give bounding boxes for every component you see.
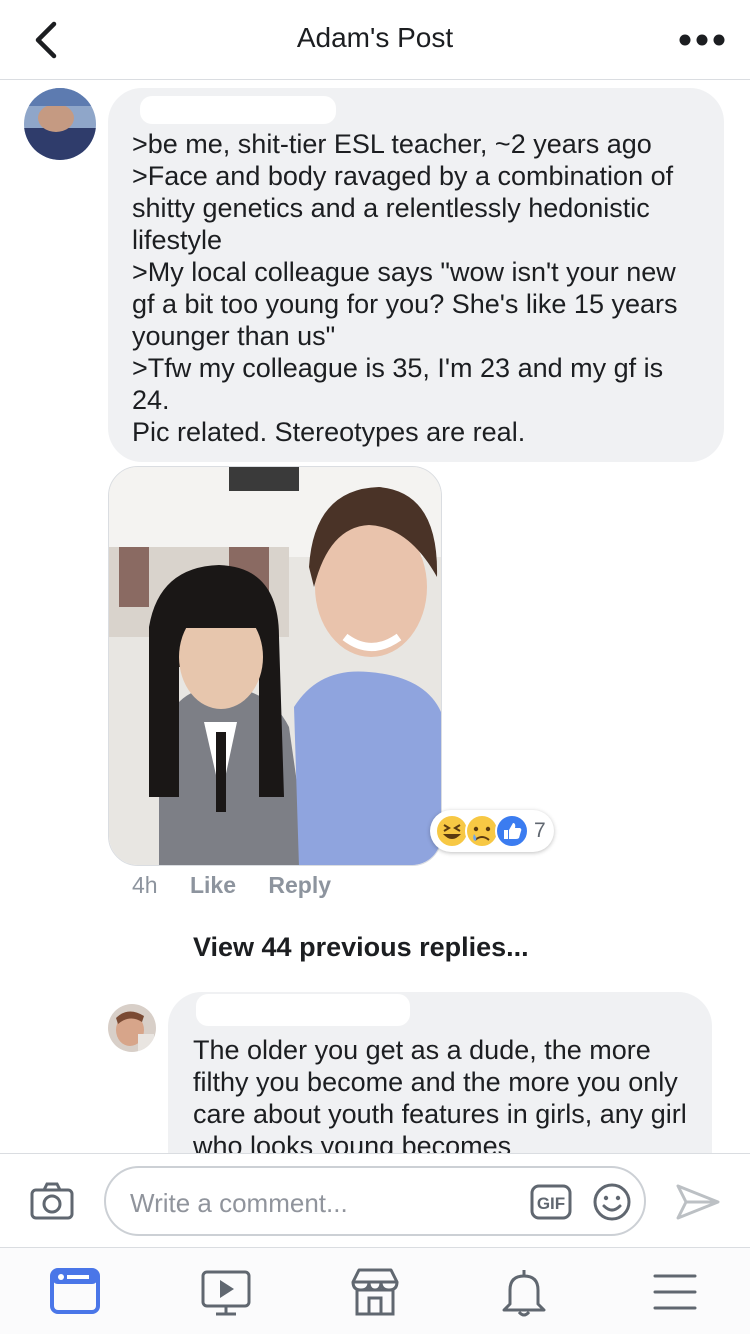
name-redaction [140, 96, 336, 124]
selfie-image [109, 467, 441, 865]
avatar-photo [108, 1004, 156, 1052]
page-title: Adam's Post [296, 22, 454, 53]
camera-button[interactable] [28, 1178, 76, 1226]
bottom-tab-bar [0, 1247, 750, 1334]
reply-text: The older you get as a dude, the more fi… [193, 1035, 695, 1161]
reaction-count: 7 [534, 819, 546, 842]
watch-icon [201, 1270, 251, 1316]
more-options-button[interactable] [678, 22, 726, 58]
smiley-icon [593, 1183, 631, 1221]
gif-icon: GIF [530, 1184, 572, 1220]
notifications-icon [502, 1270, 546, 1317]
comment-actions: 4h Like Reply [132, 872, 357, 899]
tab-menu[interactable] [647, 1264, 703, 1320]
ellipsis-icon [679, 34, 725, 46]
name-redaction [196, 994, 410, 1026]
view-previous-replies-link[interactable]: View 44 previous replies... [193, 932, 529, 963]
commenter-avatar[interactable] [24, 88, 96, 160]
comment-text: >be me, shit-tier ESL teacher, ~2 years … [132, 129, 678, 447]
haha-reaction-icon [435, 814, 469, 848]
send-icon [676, 1184, 720, 1220]
avatar-photo [24, 88, 96, 160]
camera-icon [30, 1182, 74, 1220]
gif-button[interactable]: GIF [530, 1184, 572, 1220]
news-feed-icon [50, 1268, 100, 1314]
sad-reaction-icon [465, 814, 499, 848]
like-button[interactable]: Like [190, 872, 236, 898]
comment-photo[interactable] [108, 466, 442, 866]
post-header: Adam's Post [0, 0, 750, 80]
reaction-icons [435, 814, 529, 848]
comment-input[interactable]: Write a comment... GIF [104, 1166, 646, 1236]
send-button[interactable] [674, 1178, 722, 1226]
menu-icon [653, 1274, 697, 1310]
tab-marketplace[interactable] [347, 1264, 403, 1320]
reply-avatar[interactable] [108, 1004, 156, 1052]
comment-composer: Write a comment... GIF [0, 1153, 750, 1247]
reactions-summary[interactable]: 7 [430, 810, 554, 852]
reply-button[interactable]: Reply [268, 872, 331, 898]
comment-placeholder: Write a comment... [130, 1188, 348, 1218]
like-reaction-icon [495, 814, 529, 848]
emoji-button[interactable] [592, 1182, 632, 1222]
marketplace-icon [351, 1268, 399, 1316]
tab-notifications[interactable] [496, 1264, 552, 1320]
svg-text:GIF: GIF [537, 1194, 565, 1213]
comment-timestamp: 4h [132, 872, 158, 898]
tab-watch[interactable] [198, 1264, 254, 1320]
tab-news-feed[interactable] [47, 1264, 103, 1320]
